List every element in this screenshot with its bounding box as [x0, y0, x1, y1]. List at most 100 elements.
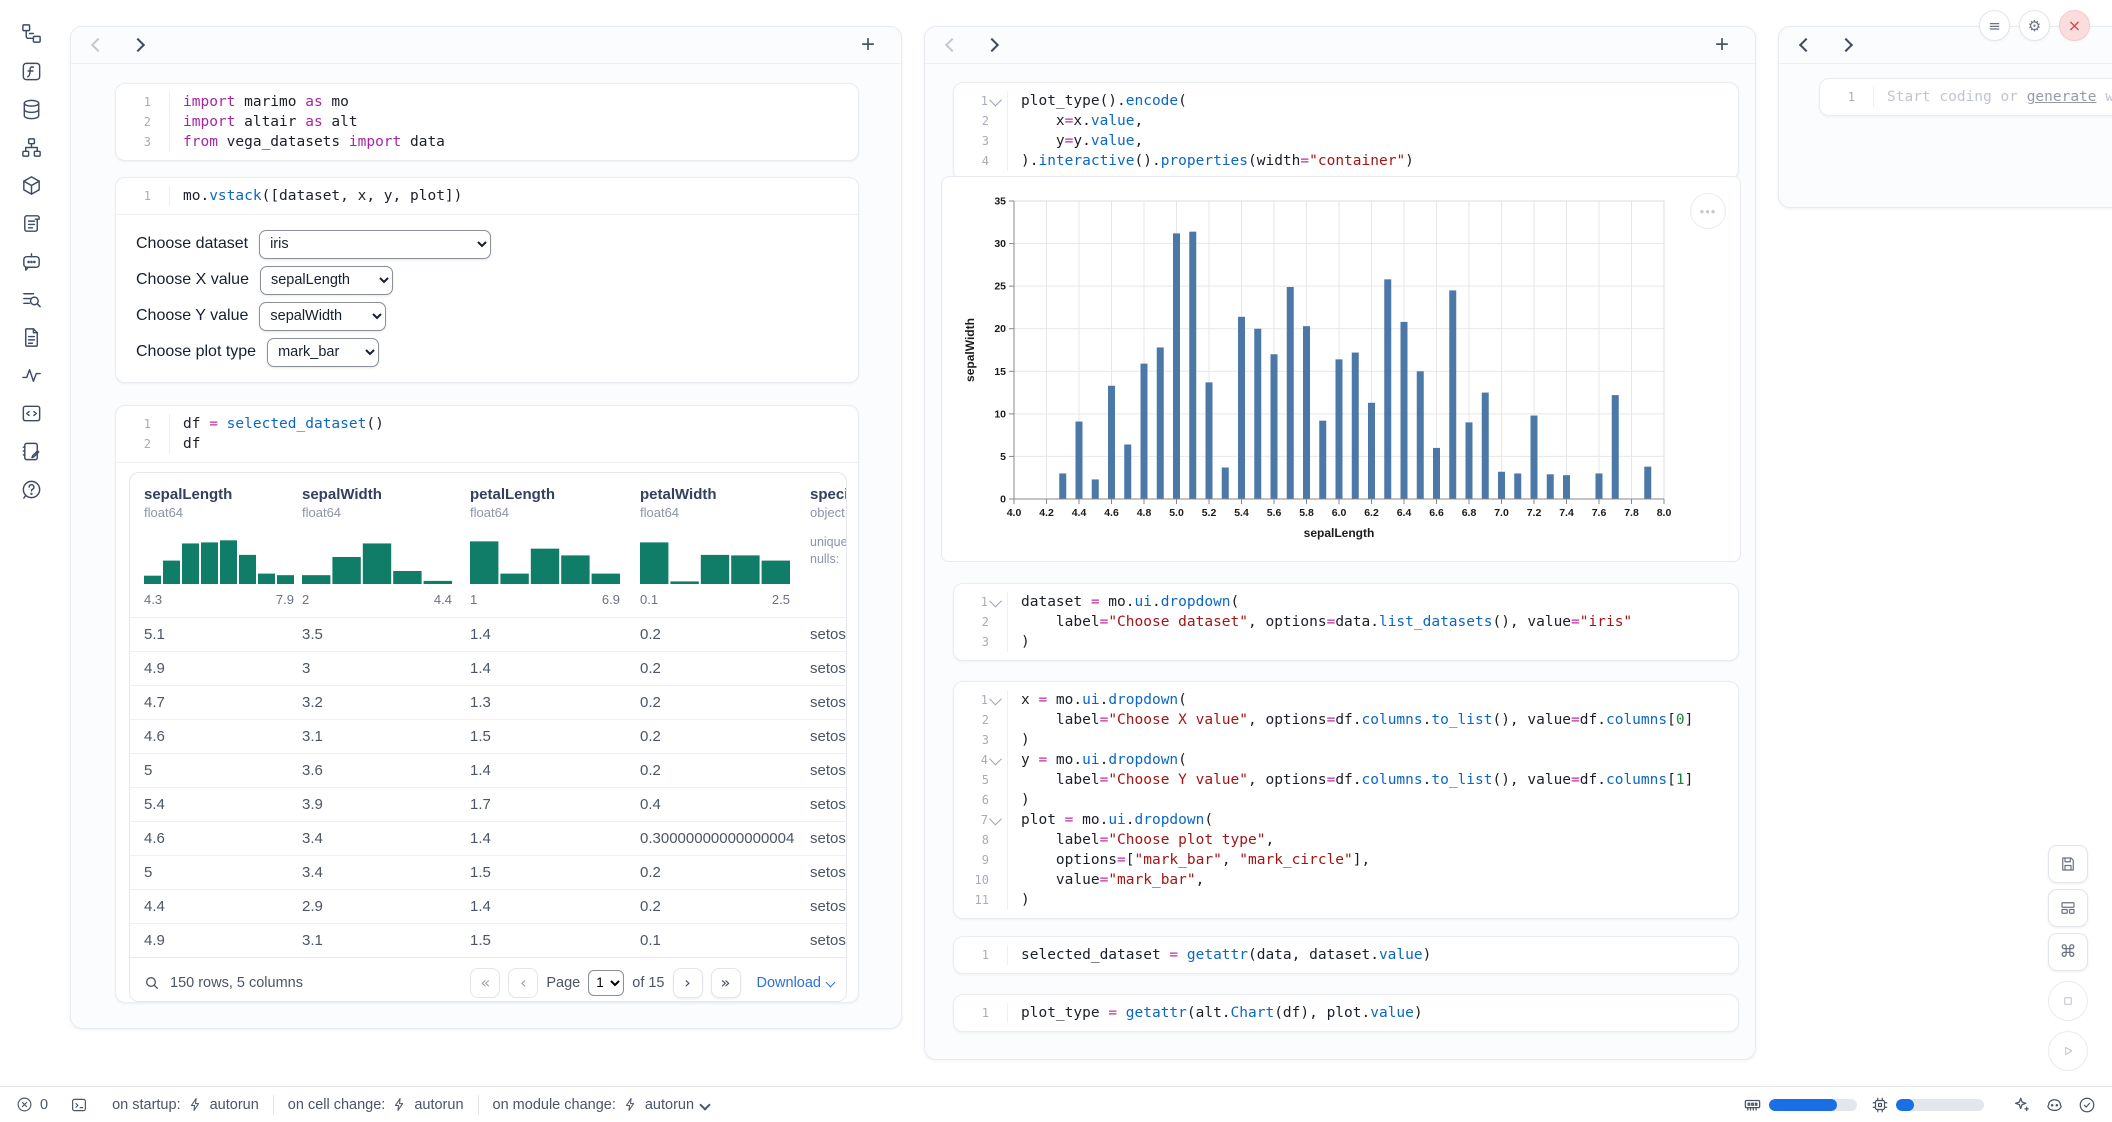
table-row[interactable]: 4.931.40.2setosa — [130, 651, 846, 685]
code-line[interactable]: 4y = mo.ui.dropdown( — [954, 750, 1738, 770]
chart-options-button[interactable]: ••• — [1690, 193, 1726, 229]
y-value-select[interactable]: sepalWidth — [259, 302, 386, 331]
search-icon[interactable] — [144, 975, 160, 991]
bar[interactable] — [1352, 353, 1359, 499]
code-line[interactable]: 10 value="mark_bar", — [954, 870, 1738, 890]
bar[interactable] — [1076, 422, 1083, 499]
memory-usage[interactable] — [1743, 1095, 1857, 1114]
column-header[interactable]: sepalWidthfloat6424.4 — [302, 486, 470, 607]
code-line[interactable]: 7plot = mo.ui.dropdown( — [954, 810, 1738, 830]
bar[interactable] — [1514, 473, 1521, 499]
bar[interactable] — [1547, 474, 1554, 499]
bar[interactable] — [1189, 232, 1196, 499]
bar[interactable] — [1401, 322, 1408, 499]
table-row[interactable]: 53.61.40.2setosa — [130, 753, 846, 787]
run-button[interactable] — [2048, 1031, 2088, 1071]
code-editor[interactable]: 1x = mo.ui.dropdown(2 label="Choose X va… — [954, 682, 1738, 918]
scroll-right-button[interactable] — [985, 38, 999, 52]
table-row[interactable]: 53.41.50.2setosa — [130, 855, 846, 889]
code-line[interactable]: 1selected_dataset = getattr(data, datase… — [954, 945, 1738, 965]
download-button[interactable]: Download — [757, 975, 835, 991]
code-line[interactable]: 2 label="Choose X value", options=df.col… — [954, 710, 1738, 730]
column-header[interactable]: speciesobjectunique:nulls: — [810, 486, 847, 607]
column-header[interactable]: sepalLengthfloat644.37.9 — [144, 486, 302, 607]
bar[interactable] — [1482, 393, 1489, 499]
scratchpad-icon[interactable] — [18, 438, 44, 464]
cell-dataset-dropdown[interactable]: 1dataset = mo.ui.dropdown(2 label="Choos… — [953, 583, 1739, 661]
code-line[interactable]: 1mo.vstack([dataset, x, y, plot]) — [116, 186, 858, 206]
help-icon[interactable] — [18, 476, 44, 502]
file-tree-icon[interactable] — [18, 20, 44, 46]
first-page-button[interactable]: « — [470, 968, 500, 998]
code-line[interactable]: 5 label="Choose Y value", options=df.col… — [954, 770, 1738, 790]
settings-gear-button[interactable]: ⚙ — [2019, 10, 2050, 41]
code-line[interactable]: 1dataset = mo.ui.dropdown( — [954, 592, 1738, 612]
cell-plot[interactable]: 1plot_type().encode(2 x=x.value,3 y=y.va… — [953, 82, 1739, 180]
plot-type-select[interactable]: mark_bar — [267, 338, 379, 367]
bar[interactable] — [1108, 386, 1115, 499]
cpu-usage[interactable] — [1871, 1096, 1984, 1114]
table-row[interactable]: 4.93.11.50.1setosa — [130, 923, 846, 957]
bar[interactable] — [1449, 290, 1456, 499]
bar[interactable] — [1644, 467, 1651, 499]
cell-plot-type[interactable]: 1plot_type = getattr(alt.Chart(df), plot… — [953, 994, 1739, 1032]
scroll-left-button[interactable] — [945, 38, 959, 52]
code-line[interactable]: 3) — [954, 632, 1738, 652]
column-header[interactable]: petalWidthfloat640.12.5 — [640, 486, 810, 607]
logs-icon[interactable] — [18, 286, 44, 312]
bar[interactable] — [1124, 445, 1131, 499]
documentation-icon[interactable] — [18, 324, 44, 350]
code-line[interactable]: 11) — [954, 890, 1738, 910]
code-line[interactable]: 3 y=y.value, — [954, 131, 1738, 151]
layout-button[interactable] — [2048, 889, 2088, 927]
packages-icon[interactable] — [18, 172, 44, 198]
bar[interactable] — [1384, 279, 1391, 499]
code-editor[interactable]: 1 Start coding or generate with — [1820, 79, 2112, 115]
bar[interactable] — [1222, 467, 1229, 499]
fold-chevron-icon[interactable] — [989, 752, 1002, 765]
code-line[interactable]: 3from vega_datasets import data — [116, 132, 858, 152]
stop-button[interactable] — [2048, 981, 2088, 1021]
on-cell-change-setting[interactable]: on cell change: autorun — [288, 1097, 464, 1113]
dependency-graph-icon[interactable] — [18, 134, 44, 160]
bar-chart[interactable]: 4.04.24.44.64.85.05.25.45.65.86.06.26.46… — [958, 189, 1710, 554]
scroll-left-button[interactable] — [1799, 38, 1813, 52]
code-line[interactable]: 1df = selected_dataset() — [116, 414, 858, 434]
code-editor[interactable]: 1selected_dataset = getattr(data, datase… — [954, 937, 1738, 973]
bar[interactable] — [1303, 326, 1310, 499]
table-row[interactable]: 4.73.21.30.2setosa — [130, 685, 846, 719]
code-editor[interactable]: 1mo.vstack([dataset, x, y, plot]) — [116, 178, 858, 214]
bar[interactable] — [1368, 403, 1375, 499]
bar[interactable] — [1336, 359, 1343, 499]
database-icon[interactable] — [18, 96, 44, 122]
bar[interactable] — [1563, 475, 1570, 499]
bar[interactable] — [1417, 371, 1424, 499]
bar[interactable] — [1287, 287, 1294, 499]
last-page-button[interactable]: » — [711, 968, 741, 998]
bar[interactable] — [1059, 473, 1066, 499]
code-line[interactable]: 2df — [116, 434, 858, 454]
fold-chevron-icon[interactable] — [989, 594, 1002, 607]
bar[interactable] — [1254, 329, 1261, 499]
bar[interactable] — [1157, 347, 1164, 499]
tracing-icon[interactable] — [18, 362, 44, 388]
bar[interactable] — [1092, 479, 1099, 499]
bar[interactable] — [1173, 233, 1180, 499]
on-module-change-setting[interactable]: on module change: autorun — [493, 1097, 710, 1113]
code-line[interactable]: 2 x=x.value, — [954, 111, 1738, 131]
fold-chevron-icon[interactable] — [989, 93, 1002, 106]
code-editor[interactable]: 1plot_type().encode(2 x=x.value,3 y=y.va… — [954, 83, 1738, 179]
add-column-button[interactable]: + — [855, 32, 881, 58]
generate-link[interactable]: generate — [2027, 89, 2097, 105]
prev-page-button[interactable]: ‹ — [508, 968, 538, 998]
ai-assist-button[interactable] — [2012, 1095, 2031, 1114]
code-line[interactable]: 1plot_type = getattr(alt.Chart(df), plot… — [954, 1003, 1738, 1023]
bar[interactable] — [1531, 416, 1538, 499]
column-header[interactable]: petalLengthfloat6416.9 — [470, 486, 640, 607]
next-page-button[interactable]: › — [673, 968, 703, 998]
code-line[interactable]: 2 label="Choose dataset", options=data.l… — [954, 612, 1738, 632]
cell-dataframe[interactable]: 1df = selected_dataset()2df sepalLengthf… — [115, 405, 859, 1003]
save-button[interactable] — [2048, 845, 2088, 883]
terminal-button[interactable] — [70, 1096, 88, 1114]
page-select[interactable]: 1 — [588, 970, 624, 996]
